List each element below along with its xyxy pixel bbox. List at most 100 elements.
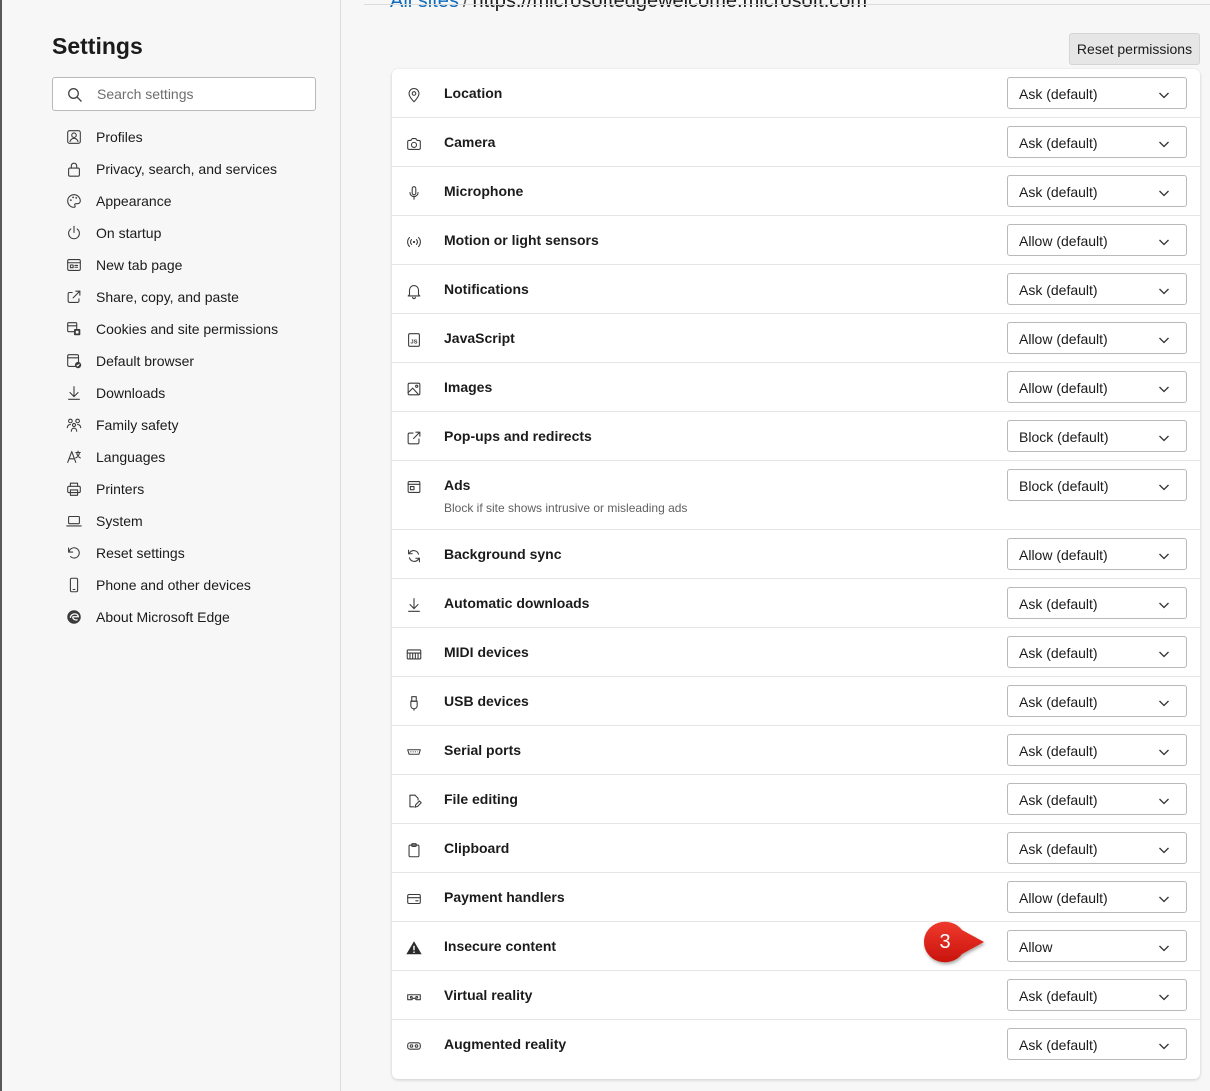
images-permission-dropdown[interactable]: Allow (default): [1007, 371, 1187, 403]
augmented-reality-permission-dropdown[interactable]: Ask (default): [1007, 1028, 1187, 1060]
sidebar-item-label: Cookies and site permissions: [96, 321, 279, 337]
usb-devices-permission-dropdown[interactable]: Ask (default): [1007, 685, 1187, 717]
sidebar-item-family-safety[interactable]: Family safety: [52, 409, 332, 441]
reset-permissions-button[interactable]: Reset permissions: [1069, 33, 1200, 65]
pop-ups-and-redirects-permission-dropdown[interactable]: Block (default): [1007, 420, 1187, 452]
notifications-permission-dropdown[interactable]: Ask (default): [1007, 273, 1187, 305]
breadcrumb-all-sites-link[interactable]: All sites: [390, 0, 459, 12]
sidebar-item-reset-settings[interactable]: Reset settings: [52, 537, 332, 569]
dropdown-value: Ask (default): [1019, 135, 1098, 151]
chevron-down-icon: [1158, 892, 1170, 910]
sidebar-item-share-copy-and-paste[interactable]: Share, copy, and paste: [52, 281, 332, 313]
dropdown-value: Ask (default): [1019, 694, 1098, 710]
profile-icon: [64, 127, 84, 147]
dropdown-value: Allow (default): [1019, 233, 1108, 249]
image-icon: [404, 379, 424, 399]
permission-label: Payment handlers: [444, 889, 565, 905]
ads-icon: [404, 477, 424, 497]
permission-row-microphone: Microphone Ask (default): [392, 167, 1200, 216]
search-input[interactable]: [97, 79, 307, 109]
sidebar: Settings Profiles Privacy, search, and se…: [2, 0, 341, 1091]
laptop-icon: [64, 511, 84, 531]
virtual-reality-permission-dropdown[interactable]: Ask (default): [1007, 979, 1187, 1011]
dropdown-value: Ask (default): [1019, 792, 1098, 808]
location-icon: [404, 85, 424, 105]
dropdown-value: Ask (default): [1019, 86, 1098, 102]
chevron-down-icon: [1158, 843, 1170, 861]
permission-label: JavaScript: [444, 330, 515, 346]
chevron-down-icon: [1158, 382, 1170, 400]
sidebar-item-label: Languages: [96, 449, 166, 465]
popup-icon: [404, 428, 424, 448]
permission-row-automatic-downloads: Automatic downloads Ask (default): [392, 579, 1200, 628]
dropdown-value: Ask (default): [1019, 645, 1098, 661]
dropdown-value: Allow (default): [1019, 331, 1108, 347]
sidebar-item-downloads[interactable]: Downloads: [52, 377, 332, 409]
step-callout: 3: [920, 921, 990, 963]
permission-label: Insecure content: [444, 938, 557, 954]
permission-description: Block if site shows intrusive or mislead…: [444, 501, 688, 515]
sidebar-item-about-microsoft-edge[interactable]: About Microsoft Edge: [52, 601, 332, 633]
sidebar-item-appearance[interactable]: Appearance: [52, 185, 332, 217]
chevron-down-icon: [1158, 333, 1170, 351]
sidebar-item-new-tab-page[interactable]: New tab page: [52, 249, 332, 281]
palette-icon: [64, 191, 84, 211]
sidebar-item-printers[interactable]: Printers: [52, 473, 332, 505]
insecure-content-permission-dropdown[interactable]: Allow: [1007, 930, 1187, 962]
settings-title: Settings: [52, 33, 143, 59]
location-permission-dropdown[interactable]: Ask (default): [1007, 77, 1187, 109]
chevron-down-icon: [1158, 88, 1170, 106]
cookies-icon: [64, 319, 84, 339]
dropdown-value: Ask (default): [1019, 596, 1098, 612]
microphone-permission-dropdown[interactable]: Ask (default): [1007, 175, 1187, 207]
camera-permission-dropdown[interactable]: Ask (default): [1007, 126, 1187, 158]
callout-number: 3: [939, 930, 951, 953]
permission-label: Automatic downloads: [444, 595, 590, 611]
payment-handlers-permission-dropdown[interactable]: Allow (default): [1007, 881, 1187, 913]
permission-row-augmented-reality: Augmented reality Ask (default): [392, 1020, 1200, 1069]
chevron-down-icon: [1158, 647, 1170, 665]
permission-row-virtual-reality: Virtual reality Ask (default): [392, 971, 1200, 1020]
motion-or-light-sensors-permission-dropdown[interactable]: Allow (default): [1007, 224, 1187, 256]
permission-row-payment-handlers: Payment handlers Allow (default): [392, 873, 1200, 922]
chevron-down-icon: [1158, 794, 1170, 812]
serial-ports-permission-dropdown[interactable]: Ask (default): [1007, 734, 1187, 766]
dropdown-value: Allow (default): [1019, 890, 1108, 906]
permission-label: Notifications: [444, 281, 529, 297]
background-sync-permission-dropdown[interactable]: Allow (default): [1007, 538, 1187, 570]
ads-permission-dropdown[interactable]: Block (default): [1007, 469, 1187, 501]
permission-label: Augmented reality: [444, 1036, 567, 1052]
sidebar-item-languages[interactable]: Languages: [52, 441, 332, 473]
dropdown-value: Block (default): [1019, 429, 1109, 445]
file-edit-icon: [404, 791, 424, 811]
permission-label: Clipboard: [444, 840, 510, 856]
sidebar-item-default-browser[interactable]: Default browser: [52, 345, 332, 377]
sidebar-item-phone-and-other-devices[interactable]: Phone and other devices: [52, 569, 332, 601]
sidebar-item-label: Profiles: [96, 129, 143, 145]
dropdown-value: Ask (default): [1019, 988, 1098, 1004]
sidebar-item-privacy-search-and-services[interactable]: Privacy, search, and services: [52, 153, 332, 185]
sidebar-item-label: Downloads: [96, 385, 166, 401]
sidebar-item-on-startup[interactable]: On startup: [52, 217, 332, 249]
permission-label: Pop-ups and redirects: [444, 428, 592, 444]
permission-label: Location: [444, 85, 503, 101]
automatic-downloads-permission-dropdown[interactable]: Ask (default): [1007, 587, 1187, 619]
language-icon: [64, 447, 84, 467]
javascript-icon: JS: [404, 330, 424, 350]
javascript-permission-dropdown[interactable]: Allow (default): [1007, 322, 1187, 354]
dropdown-value: Ask (default): [1019, 282, 1098, 298]
sidebar-item-cookies-and-site-permissions[interactable]: Cookies and site permissions: [52, 313, 332, 345]
dropdown-value: Allow (default): [1019, 547, 1108, 563]
search-box[interactable]: [52, 77, 316, 111]
permission-row-pop-ups-and-redirects: Pop-ups and redirects Block (default): [392, 412, 1200, 461]
sidebar-item-profiles[interactable]: Profiles: [52, 121, 332, 153]
file-editing-permission-dropdown[interactable]: Ask (default): [1007, 783, 1187, 815]
sidebar-item-system[interactable]: System: [52, 505, 332, 537]
permission-label: Ads: [444, 477, 471, 493]
permission-label: Virtual reality: [444, 987, 533, 1003]
permission-row-location: Location Ask (default): [392, 69, 1200, 118]
phone-icon: [64, 575, 84, 595]
clipboard-permission-dropdown[interactable]: Ask (default): [1007, 832, 1187, 864]
midi-devices-permission-dropdown[interactable]: Ask (default): [1007, 636, 1187, 668]
chevron-down-icon: [1158, 549, 1170, 567]
